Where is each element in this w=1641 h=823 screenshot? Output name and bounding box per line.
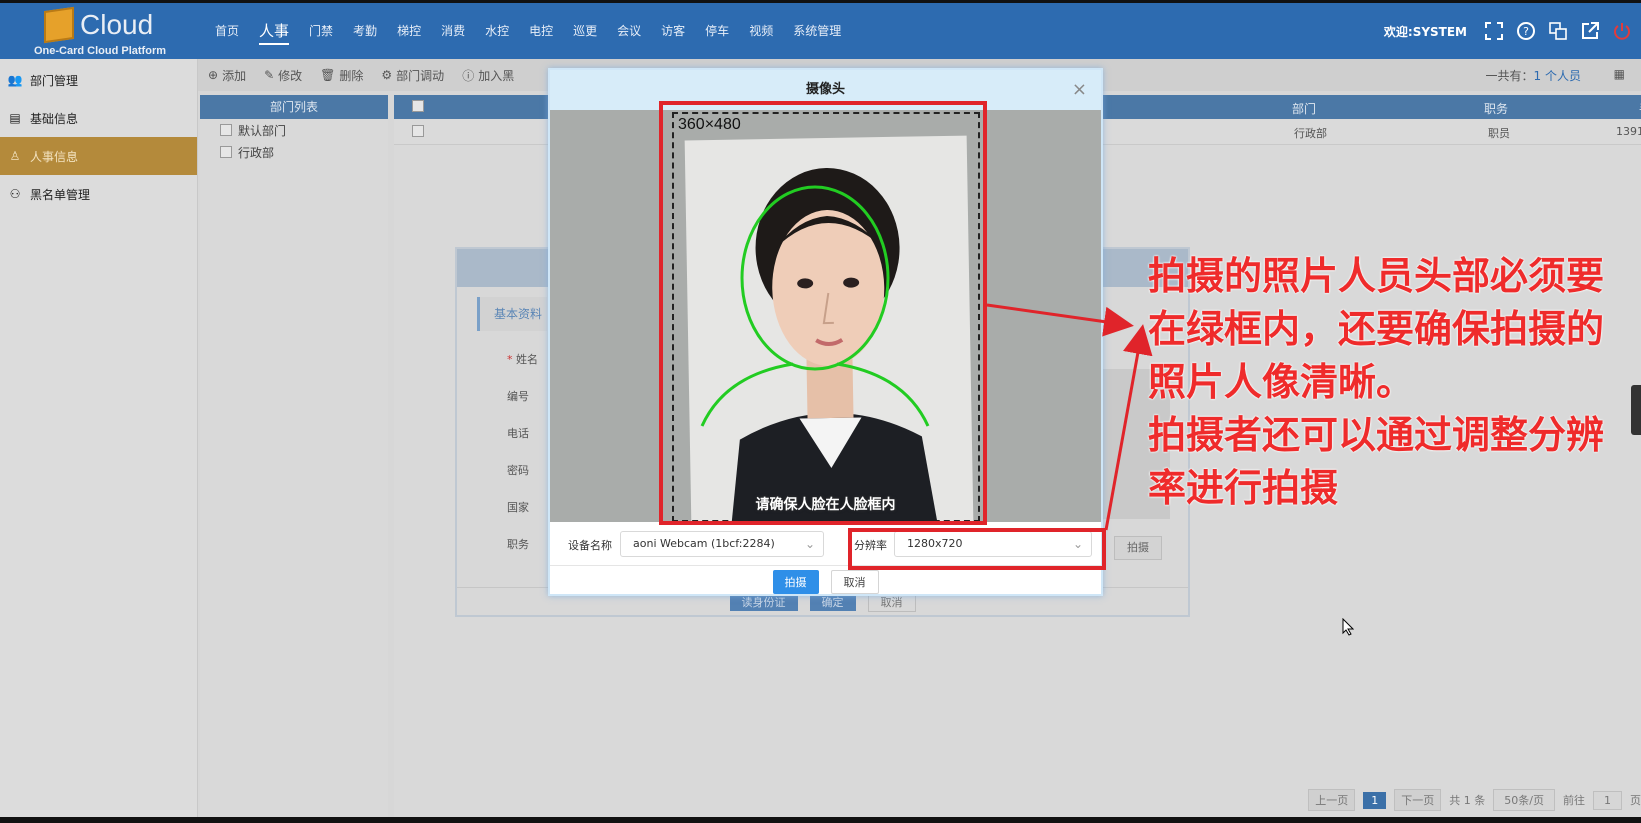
field-label-phone: 电话 xyxy=(507,427,529,440)
dept-item[interactable]: 行政部 xyxy=(200,141,388,163)
field-label-position: 职务 xyxy=(507,538,529,551)
select-all-checkbox[interactable] xyxy=(412,100,424,112)
header-right: 欢迎:SYSTEM ? xyxy=(1384,20,1641,42)
modal-title: 摄像头 xyxy=(805,82,845,97)
welcome-text: 欢迎:SYSTEM xyxy=(1383,24,1467,39)
edit-button[interactable]: ✎ 修改 xyxy=(264,67,302,84)
help-icon[interactable]: ? xyxy=(1515,20,1537,42)
annotation-line: 拍摄者还可以通过调整分辨 xyxy=(1148,413,1605,457)
cell-position: 职员 xyxy=(1488,127,1510,140)
shoot-button[interactable]: 拍摄 xyxy=(1114,536,1162,560)
external-link-icon[interactable] xyxy=(1579,20,1601,42)
svg-text:?: ? xyxy=(1523,25,1529,38)
sidebar-item-label: 基础信息 xyxy=(30,111,79,126)
close-icon[interactable]: × xyxy=(1072,70,1087,110)
nav-access[interactable]: 门禁 xyxy=(299,3,343,59)
nav-parking[interactable]: 停车 xyxy=(695,3,739,59)
cell-dept: 行政部 xyxy=(1294,127,1327,140)
device-label: 设备名称 xyxy=(568,539,612,552)
col-position: 职务 xyxy=(1484,102,1509,116)
sidebar-item-label: 人事信息 xyxy=(30,149,79,164)
nav-patrol[interactable]: 巡更 xyxy=(563,3,607,59)
power-icon[interactable] xyxy=(1611,20,1633,42)
sidebar-item-blacklist[interactable]: ⚇ 黑名单管理 xyxy=(0,175,197,213)
col-dept: 部门 xyxy=(1292,102,1317,116)
current-page[interactable]: 1 xyxy=(1363,791,1387,809)
checkbox[interactable] xyxy=(220,124,232,136)
nav-elevator[interactable]: 梯控 xyxy=(387,3,431,59)
block-user-icon: ⚇ xyxy=(9,187,21,201)
sidebar: 👥 部门管理 ▤ 基础信息 ♙ 人事信息 ⚇ 黑名单管理 xyxy=(0,59,198,817)
transfer-button[interactable]: ⚙ 部门调动 xyxy=(381,67,444,84)
nav-system[interactable]: 系统管理 xyxy=(783,3,851,59)
side-handle[interactable] xyxy=(1631,385,1641,435)
sidebar-item-dept[interactable]: 👥 部门管理 xyxy=(0,61,197,99)
nav-visitor[interactable]: 访客 xyxy=(651,3,695,59)
dept-panel: 部门列表 默认部门 行政部 xyxy=(200,95,388,817)
device-select[interactable]: aoni Webcam (1bcf:2284) ⌄ xyxy=(620,531,824,557)
logo-text: Cloud xyxy=(80,9,154,40)
sidebar-item-basic[interactable]: ▤ 基础信息 xyxy=(0,99,197,137)
nav-power[interactable]: 电控 xyxy=(519,3,563,59)
modal-cancel-button[interactable]: 取消 xyxy=(830,570,879,594)
delete-button[interactable]: 🗑 删除 xyxy=(320,67,363,84)
add-button[interactable]: ⊕ 添加 xyxy=(208,67,246,84)
checkbox[interactable] xyxy=(220,146,232,158)
doc-icon: ▤ xyxy=(9,111,21,125)
pagination: 上一页 1 下一页 共 1 条 50条/页 前往 1 页 xyxy=(1308,789,1641,811)
sidebar-item-label: 黑名单管理 xyxy=(30,187,91,202)
record-count: 一共有：1 个人员 xyxy=(1485,69,1581,83)
annotation-line: 在绿框内，还要确保拍摄的 xyxy=(1148,307,1605,351)
mouse-cursor-icon xyxy=(1342,618,1354,636)
nav-water[interactable]: 水控 xyxy=(475,3,519,59)
next-page-button[interactable]: 下一页 xyxy=(1394,789,1442,811)
sidebar-item-personnel[interactable]: ♙ 人事信息 xyxy=(0,137,197,175)
person-icon: ♙ xyxy=(9,149,21,163)
annotation-text: 拍摄的照片人员头部必须要 在绿框内，还要确保拍摄的 照片人像清晰。 拍摄者还可以… xyxy=(1148,250,1628,515)
logo-box-icon xyxy=(44,6,74,44)
nav-meeting[interactable]: 会议 xyxy=(607,3,651,59)
top-header: Cloud One-Card Cloud Platform 首页 人事 门禁 考… xyxy=(0,3,1641,59)
nav-personnel[interactable]: 人事 xyxy=(249,3,299,59)
field-label-country: 国家 xyxy=(507,501,529,514)
annotation-line: 拍摄的照片人员头部必须要 xyxy=(1148,254,1605,298)
language-icon[interactable] xyxy=(1547,20,1569,42)
logo: Cloud One-Card Cloud Platform xyxy=(0,3,195,59)
nav-consumption[interactable]: 消费 xyxy=(431,3,475,59)
logo-subtitle: One-Card Cloud Platform xyxy=(34,45,167,57)
chevron-down-icon: ⌄ xyxy=(804,537,815,551)
bottom-strip xyxy=(0,817,1641,823)
blacklist-button[interactable]: ⓘ 加入黑 xyxy=(462,67,514,84)
field-label-password: 密码 xyxy=(507,464,529,477)
annotation-line: 照片人像清晰。 xyxy=(1148,360,1415,404)
tab-basic-info[interactable]: 基本资料 xyxy=(477,297,547,331)
field-label-name: * 姓名 xyxy=(507,353,538,366)
dept-panel-title: 部门列表 xyxy=(200,95,388,119)
sidebar-item-label: 部门管理 xyxy=(30,73,79,88)
goto-input[interactable]: 1 xyxy=(1593,790,1622,810)
photo-highlight-box xyxy=(659,101,987,525)
nav-attendance[interactable]: 考勤 xyxy=(343,3,387,59)
page-suffix: 页 xyxy=(1630,794,1641,807)
grid-view-icon[interactable]: ▦ xyxy=(1614,67,1625,81)
page-size-select[interactable]: 50条/页 xyxy=(1493,789,1555,811)
prev-page-button[interactable]: 上一页 xyxy=(1308,789,1356,811)
modal-footer: 拍摄 取消 xyxy=(550,566,1101,598)
goto-label: 前往 xyxy=(1563,794,1585,807)
cell-phone: 13912345678 xyxy=(1616,125,1641,138)
top-nav: 首页 人事 门禁 考勤 梯控 消费 水控 电控 巡更 会议 访客 停车 视频 系… xyxy=(205,3,851,59)
dept-item[interactable]: 默认部门 xyxy=(200,119,388,141)
users-icon: 👥 xyxy=(7,73,23,87)
capture-button[interactable]: 拍摄 xyxy=(772,570,819,594)
row-checkbox[interactable] xyxy=(412,125,424,137)
annotation-line: 率进行拍摄 xyxy=(1148,466,1339,510)
resolution-highlight-box xyxy=(848,528,1106,570)
total-count: 共 1 条 xyxy=(1449,794,1486,807)
nav-video[interactable]: 视频 xyxy=(739,3,783,59)
fullscreen-icon[interactable] xyxy=(1483,20,1505,42)
field-label-number: 编号 xyxy=(507,390,529,403)
nav-home[interactable]: 首页 xyxy=(205,3,249,59)
